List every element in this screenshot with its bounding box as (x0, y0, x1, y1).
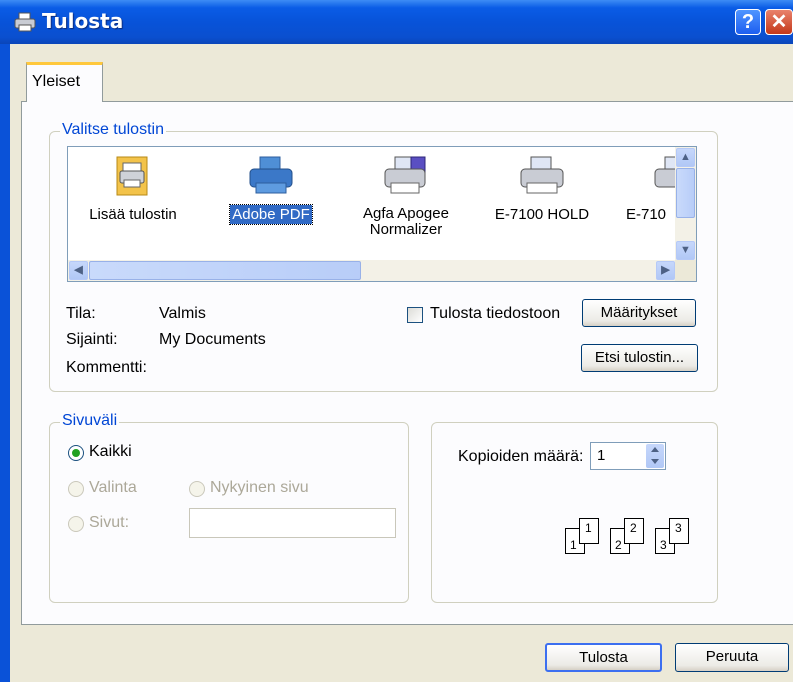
print-to-file-label[interactable]: Tulosta tiedostoon (430, 305, 560, 323)
printer-item-e7100[interactable]: E-710 (611, 147, 681, 224)
selection-label[interactable]: Valinta (89, 479, 137, 497)
all-pages-label[interactable]: Kaikki (89, 443, 132, 461)
printer-label: E-710 (626, 206, 667, 223)
scroll-left-icon[interactable]: ◀ (69, 261, 88, 280)
printer-label: Adobe PDF (229, 204, 313, 225)
print-button[interactable]: Tulosta (545, 643, 662, 672)
collate-page: 3 (669, 518, 689, 544)
copies-label: Kopioiden määrä: (458, 448, 584, 465)
printer-item-agfa-apogee[interactable]: Agfa Apogee Normalizer (351, 147, 461, 239)
printer-label: E-7100 HOLD (494, 206, 590, 223)
pages-label[interactable]: Sivut: (89, 514, 129, 532)
window-title: Tulosta (42, 9, 124, 33)
copies-spinner[interactable]: 1 (590, 442, 666, 470)
printer-icon (249, 156, 293, 194)
scroll-thumb[interactable] (676, 168, 695, 218)
pages-radio[interactable] (68, 516, 84, 532)
selection-radio[interactable] (68, 481, 84, 497)
scroll-corner (675, 260, 696, 281)
page-range-group-label: Sivuväli (60, 412, 120, 430)
collate-page: 1 (579, 518, 599, 544)
printer-item-e7100-hold[interactable]: E-7100 HOLD (487, 147, 597, 224)
horizontal-scrollbar[interactable]: ◀ ▶ (68, 260, 676, 281)
pages-input[interactable] (189, 508, 396, 538)
collate-page: 2 (624, 518, 644, 544)
help-button[interactable]: ? (735, 9, 761, 35)
comment-label: Kommentti: (66, 359, 147, 376)
printer-item-add[interactable]: Lisää tulostin (78, 147, 188, 224)
vertical-scrollbar[interactable]: ▲ ▼ (675, 147, 696, 261)
current-page-radio[interactable] (189, 481, 205, 497)
scroll-right-icon[interactable]: ▶ (656, 261, 675, 280)
preferences-button[interactable]: Määritykset (582, 299, 696, 327)
printer-icon (14, 12, 36, 32)
status-label: Tila: (66, 305, 96, 322)
close-button[interactable]: ✕ (765, 9, 793, 35)
status-value: Valmis (159, 305, 206, 322)
tab-general[interactable]: Yleiset (26, 62, 103, 102)
print-to-file-checkbox[interactable] (407, 307, 423, 323)
scroll-up-icon[interactable]: ▲ (676, 148, 695, 167)
spinner-arrows-icon[interactable] (646, 444, 664, 468)
scroll-thumb[interactable] (89, 261, 361, 280)
location-label: Sijainti: (66, 331, 118, 348)
title-bar[interactable]: Tulosta ? ✕ (0, 0, 793, 44)
printer-icon (384, 156, 426, 194)
print-dialog: Tulosta ? ✕ Yleiset Valitse tulostin Lis… (0, 0, 793, 682)
find-printer-button[interactable]: Etsi tulostin... (581, 344, 698, 372)
all-pages-radio[interactable] (68, 445, 84, 461)
printer-item-adobe-pdf[interactable]: Adobe PDF (216, 147, 326, 225)
printer-list[interactable]: Lisää tulostin Adobe PDF Agfa Apogee Nor… (67, 146, 697, 282)
radio-selected-dot (72, 449, 80, 457)
scroll-down-icon[interactable]: ▼ (676, 241, 695, 260)
add-printer-icon (116, 156, 148, 196)
copies-value: 1 (597, 447, 606, 464)
printer-label: Agfa Apogee Normalizer (363, 205, 449, 238)
location-value: My Documents (159, 331, 266, 348)
current-page-label[interactable]: Nykyinen sivu (210, 479, 309, 497)
select-printer-group-label: Valitse tulostin (60, 121, 166, 139)
printer-label: Lisää tulostin (89, 206, 177, 223)
printer-icon (520, 156, 564, 194)
cancel-button[interactable]: Peruuta (675, 643, 789, 672)
